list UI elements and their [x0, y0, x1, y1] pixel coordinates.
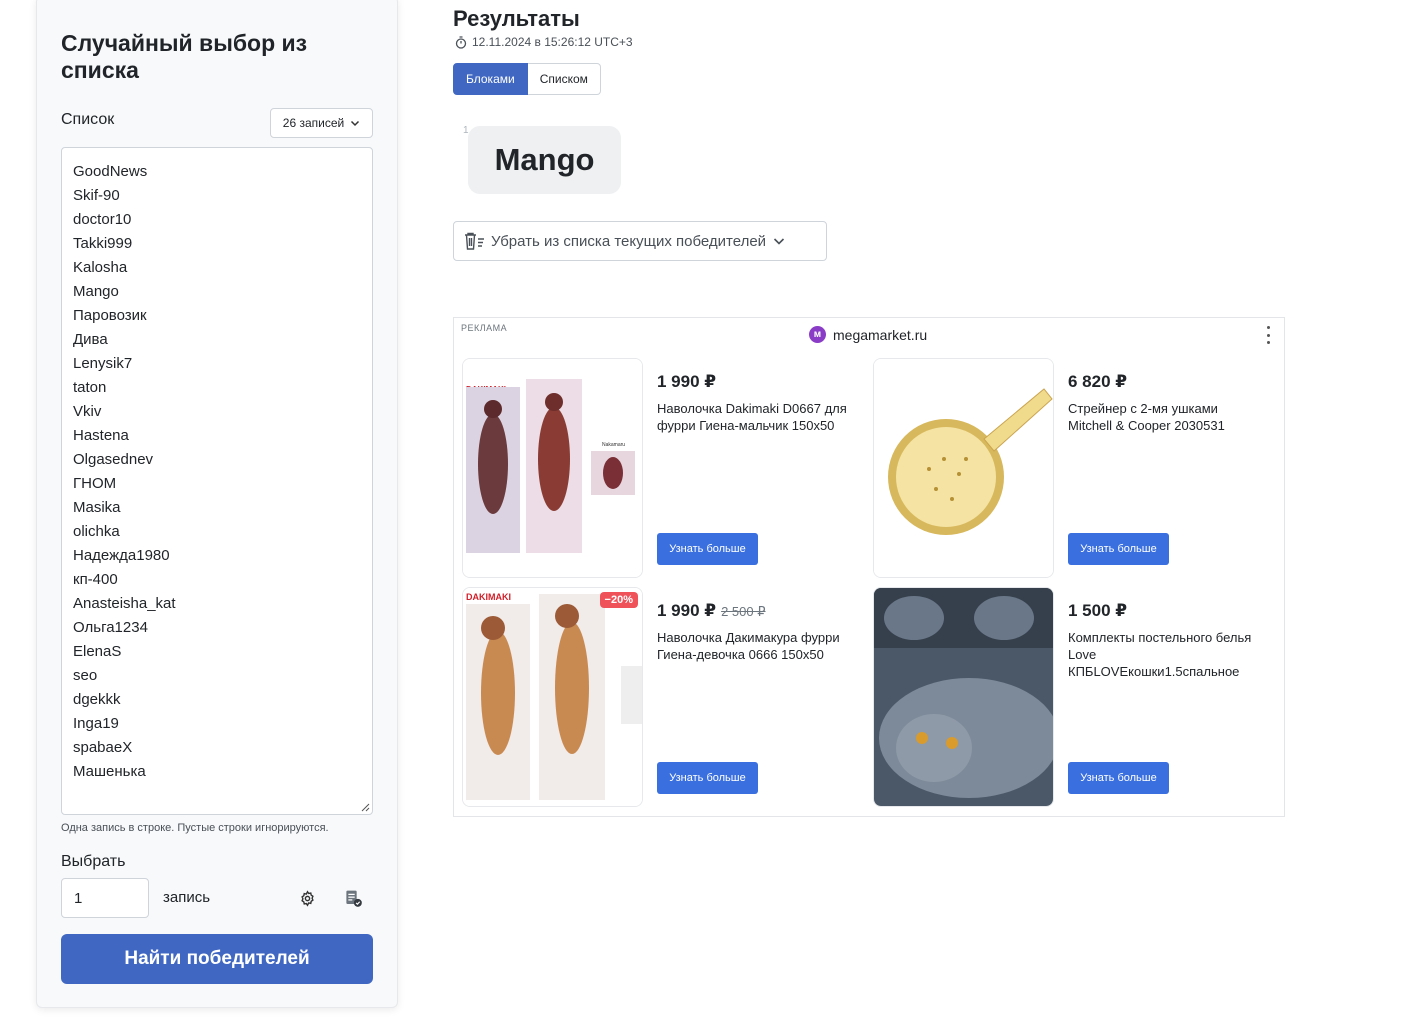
list-entry: dgekkk — [73, 691, 121, 708]
ad-block: РЕКЛАМА м megamarket.ru DAKIMAKI Nakamar… — [453, 317, 1285, 817]
entries-list: GoodNews Skif-90 doctor10 Takki999 Kalosha Ma… — [73, 160, 361, 784]
list-entry: doctor10 — [73, 211, 132, 228]
ad-domain-text: megamarket.ru — [833, 326, 928, 343]
document-check-icon — [345, 890, 362, 907]
tab-blocks[interactable]: Блоками — [453, 63, 528, 95]
list-entry: Mango — [73, 283, 119, 300]
list-entry: seo — [73, 667, 98, 684]
trash-list-icon — [465, 232, 484, 250]
list-entry: Vkiv — [73, 403, 102, 420]
stopwatch-icon — [455, 35, 467, 49]
more-vertical-icon[interactable] — [1262, 326, 1274, 344]
product-price: 1 500 ₽ — [1068, 601, 1128, 620]
product-image[interactable]: DAKIMAKI −20% — [462, 587, 643, 807]
list-entry: spabaeX — [73, 739, 133, 756]
resize-grip-icon[interactable] — [360, 802, 370, 812]
winners-count-input[interactable] — [61, 878, 149, 918]
chevron-down-icon — [351, 120, 360, 127]
tab-list[interactable]: Списком — [527, 63, 601, 95]
entries-count-dropdown[interactable]: 26 записей — [270, 108, 373, 138]
results-title: Результаты — [453, 6, 580, 31]
ad-product-card[interactable]: DAKIMAKI Nakamaru 1 990 ₽ Наволочка Daki… — [462, 358, 872, 580]
ad-product-card[interactable]: 6 820 ₽ Стрейнер с 2-мя ушками Mitchell … — [873, 358, 1283, 580]
settings-button[interactable] — [295, 886, 319, 910]
product-image[interactable] — [873, 587, 1054, 807]
ad-product-card[interactable]: 1 500 ₽ Комплекты постельного белья Love… — [873, 587, 1283, 809]
list-entry: Hastena — [73, 427, 129, 444]
list-entry: Olgasednev — [73, 451, 154, 468]
list-entry: Kalosha — [73, 259, 128, 276]
view-tabs: Блоками Списком — [453, 63, 601, 95]
list-entry: Паровозик — [73, 307, 147, 324]
discount-badge: −20% — [599, 592, 638, 608]
list-entry: Lenysik7 — [73, 355, 133, 372]
product-name: Наволочка Dakimaki D0667 для фурри Гиена… — [657, 401, 847, 433]
list-entry: Masika — [73, 499, 121, 516]
product-price: 6 820 ₽ — [1068, 372, 1128, 391]
list-entry: кп-400 — [73, 571, 118, 588]
random-picker-panel: Случайный выбор из списка Список 26 запи… — [36, 0, 398, 1008]
entries-textarea[interactable]: GoodNews Skif-90 doctor10 Takki999 Kalosha Ma… — [61, 147, 373, 815]
megamarket-logo-icon: м — [809, 326, 826, 343]
timestamp-text: 12.11.2024 в 15:26:12 UTC+3 — [472, 35, 633, 49]
list-label: Список — [61, 111, 115, 128]
learn-more-button[interactable]: Узнать больше — [657, 762, 758, 794]
ad-product-card[interactable]: DAKIMAKI −20% 1 990 ₽ 2 500 ₽ Наволочка … — [462, 587, 872, 809]
list-entry: Anasteisha_kat — [73, 595, 176, 612]
remove-winners-button[interactable]: Убрать из списка текущих победителей — [453, 221, 827, 261]
list-entry: ГНОМ — [73, 475, 117, 492]
panel-title: Случайный выбор из списка — [61, 30, 308, 83]
list-entry: ElenaS — [73, 643, 122, 660]
learn-more-button[interactable]: Узнать больше — [1068, 762, 1169, 794]
unit-label: запись — [163, 889, 211, 906]
entries-count-label: 26 записей — [282, 116, 345, 130]
choose-label: Выбрать — [61, 853, 126, 870]
product-old-price: 2 500 ₽ — [721, 604, 766, 619]
list-entry: Надежда1980 — [73, 547, 170, 564]
gear-icon — [300, 889, 314, 907]
exclusions-button[interactable] — [341, 886, 365, 910]
winner-card: Mango — [468, 126, 621, 194]
list-entry: Takki999 — [73, 235, 133, 252]
ad-label: РЕКЛАМА — [461, 323, 508, 333]
product-image[interactable]: DAKIMAKI Nakamaru — [462, 358, 643, 578]
product-name: Наволочка Дакимакура фурри Гиена-девочка… — [657, 630, 840, 662]
remove-winners-label: Убрать из списка текущих победителей — [491, 232, 767, 250]
find-winners-button[interactable]: Найти победителей — [61, 934, 373, 984]
chevron-down-icon — [773, 238, 785, 245]
list-entry: Skif-90 — [73, 187, 120, 204]
product-price: 1 990 ₽ — [657, 372, 717, 391]
product-name: Стрейнер с 2-мя ушками Mitchell & Cooper… — [1068, 401, 1225, 433]
list-entry: Inga19 — [73, 715, 119, 732]
list-entry: Машенька — [73, 763, 146, 780]
results-timestamp: 12.11.2024 в 15:26:12 UTC+3 — [455, 35, 633, 49]
list-entry: Ольга1234 — [73, 619, 148, 636]
svg-text:DAKIMAKI: DAKIMAKI — [466, 592, 511, 602]
list-entry: Дива — [73, 331, 108, 348]
product-name: Комплекты постельного белья Love КПБLOVE… — [1068, 630, 1252, 679]
product-image[interactable] — [873, 358, 1054, 578]
svg-text:Nakamaru: Nakamaru — [602, 442, 625, 448]
entries-hint: Одна запись в строке. Пустые строки игно… — [61, 822, 329, 834]
product-price: 1 990 ₽ 2 500 ₽ — [657, 601, 766, 620]
list-entry: taton — [73, 379, 107, 396]
learn-more-button[interactable]: Узнать больше — [657, 533, 758, 565]
list-entry: GoodNews — [73, 163, 148, 180]
learn-more-button[interactable]: Узнать больше — [1068, 533, 1169, 565]
list-entry: olichka — [73, 523, 120, 540]
ad-advertiser-link[interactable]: м megamarket.ru — [809, 326, 927, 343]
